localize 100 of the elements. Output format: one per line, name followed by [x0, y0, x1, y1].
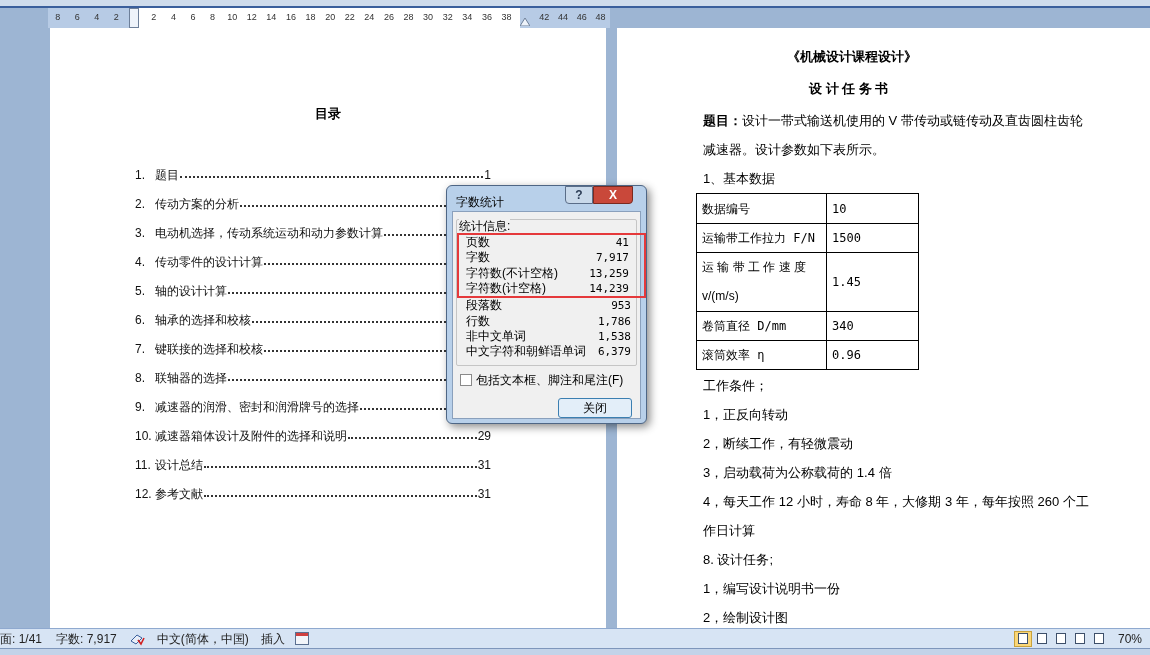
help-button[interactable]: ?: [565, 186, 593, 204]
macro-icon[interactable]: [294, 632, 309, 645]
ruler-number: 4: [93, 11, 101, 25]
ruler-number: 26: [382, 11, 395, 25]
ruler-number: 48: [594, 11, 607, 25]
toc-number: 1.: [135, 167, 146, 184]
ruler-number: 24: [363, 11, 376, 25]
body-text: 1，正反向转动: [703, 406, 790, 424]
page-heading: 目录: [315, 105, 341, 123]
ruler-number: 46: [575, 11, 588, 25]
toc-title: 联轴器的选择: [155, 370, 227, 387]
table-cell-text: 0.96: [831, 347, 862, 364]
ruler-number: 28: [402, 11, 415, 25]
body-text: 3，启动载荷为公称载荷的 1.4 倍: [703, 464, 893, 482]
ruler-number: 14: [265, 11, 278, 25]
body-text: 2，绘制设计图: [703, 609, 790, 627]
toc-number: 3.: [135, 225, 146, 242]
body-text: 8. 设计任务;: [703, 551, 775, 569]
table-cell-text: 340: [831, 318, 855, 335]
table-cell: 卷筒直径 D/mm: [697, 312, 827, 340]
insert-mode[interactable]: 插入: [260, 629, 285, 648]
checkbox[interactable]: [460, 374, 472, 386]
ruler-number: 6: [73, 11, 81, 25]
toc-title: 轴的设计计算: [155, 283, 227, 300]
stat-value: 953: [611, 298, 631, 314]
checkbox-label: 包括文本框、脚注和尾注(F): [476, 372, 624, 389]
stat-value: 14,239: [589, 281, 629, 297]
toc-title: 参考文献: [155, 486, 203, 503]
ruler-number: 32: [441, 11, 454, 25]
toc-page-number: 29: [477, 428, 491, 445]
toc-title: 设计总结: [155, 457, 203, 474]
indent-marker[interactable]: [520, 18, 530, 26]
intro-paragraph: 题目：设计一带式输送机使用的 V 带传动或链传动及直齿圆柱齿轮减速器。设计参数如下表所示。: [703, 112, 1084, 159]
stat-label: 页数: [466, 235, 490, 251]
ruler-number: 36: [480, 11, 493, 25]
table-cell: 运输带工作拉力 F/N: [697, 224, 827, 252]
stat-value: 1,786: [597, 313, 631, 329]
stat-label: 段落数: [466, 298, 502, 314]
stat-value: 41: [615, 235, 629, 251]
ruler-number: 6: [189, 11, 197, 25]
ruler-number: 18: [304, 11, 317, 25]
toc-number: 12.: [135, 486, 153, 503]
ruler-number: 16: [284, 11, 297, 25]
ruler-number: 34: [461, 11, 474, 25]
stat-label: 行数: [466, 313, 490, 329]
ruler-number: 20: [324, 11, 337, 25]
page-indicator[interactable]: 面: 1/41: [0, 629, 45, 648]
ruler-number: 22: [343, 11, 356, 25]
body-text: 4，每天工作 12 小时，寿命 8 年，大修期 3 年，每年按照 260 个工作日计算: [703, 493, 1090, 540]
ruler-number: 30: [422, 11, 435, 25]
toc-page-number: 1: [484, 167, 491, 184]
table-cell: 滚筒效率 η: [697, 341, 827, 369]
toc-title: 键联接的选择和校核: [155, 341, 263, 358]
body-text: 1，编写设计说明书一份: [703, 580, 842, 598]
stat-value: 1,538: [597, 328, 631, 344]
close-button[interactable]: X: [593, 186, 633, 204]
ruler-number: 2: [112, 11, 120, 25]
toc-number: 11.: [135, 457, 152, 474]
zoom-level[interactable]: 70%: [1117, 629, 1142, 648]
ruler-number: 38: [500, 11, 513, 25]
ruler-number: 8: [54, 11, 62, 25]
ruler-number: 4: [169, 11, 177, 25]
toc-title: 传动方案的分析: [155, 196, 239, 213]
ruler-number: 44: [557, 11, 570, 25]
ruler-number: 42: [538, 11, 551, 25]
document-subtitle: 设 计 任 务 书: [809, 79, 889, 98]
stat-label: 字符数(计空格): [466, 281, 546, 297]
toc-number: 10.: [135, 428, 153, 445]
table-cell: 数据编号: [697, 194, 827, 223]
word-count[interactable]: 字数: 7,917: [56, 629, 117, 648]
table-cell-text: 10: [831, 200, 848, 218]
toc-number: 8.: [135, 370, 146, 387]
body-text: 2，断续工作，有轻微震动: [703, 435, 855, 453]
toc-page-number: 31: [477, 486, 491, 503]
toc-title: 减速器的润滑、密封和润滑牌号的选择: [155, 399, 359, 416]
table-cell: 运 输 带 工 作 速 度v/(m/s): [697, 253, 827, 311]
stat-value: 13,259: [589, 265, 629, 281]
section-heading: 1、基本数据: [703, 170, 776, 188]
ruler-number: 8: [209, 11, 217, 25]
language-indicator[interactable]: 中文(简体，中国): [156, 629, 249, 648]
stat-label: 非中文单词: [466, 328, 526, 344]
dialog-title: 字数统计: [456, 194, 504, 211]
stat-value: 7,917: [595, 250, 629, 266]
ruler-number: 12: [245, 11, 258, 25]
table-cell-text: 1.45: [831, 274, 862, 291]
view-button[interactable]: [1013, 630, 1032, 647]
body-text: 工作条件；: [703, 377, 769, 395]
toc-number: 7.: [135, 341, 146, 358]
toc-number: 2.: [135, 196, 146, 213]
toc-title: 传动零件的设计计算: [155, 254, 263, 271]
toc-title: 轴承的选择和校核: [155, 312, 251, 329]
stat-value: 6,379: [597, 344, 631, 360]
toc-page-number: 31: [477, 457, 491, 474]
toc-number: 4.: [135, 254, 146, 271]
toc-number: 5.: [135, 283, 146, 300]
toc-title: 减速器箱体设计及附件的选择和说明: [155, 428, 347, 445]
close-dialog-button[interactable]: 关闭: [558, 398, 632, 418]
stat-label: 中文字符和朝鲜语单词: [466, 344, 586, 360]
ruler-number: 2: [150, 11, 158, 25]
indent-marker[interactable]: [129, 8, 139, 28]
